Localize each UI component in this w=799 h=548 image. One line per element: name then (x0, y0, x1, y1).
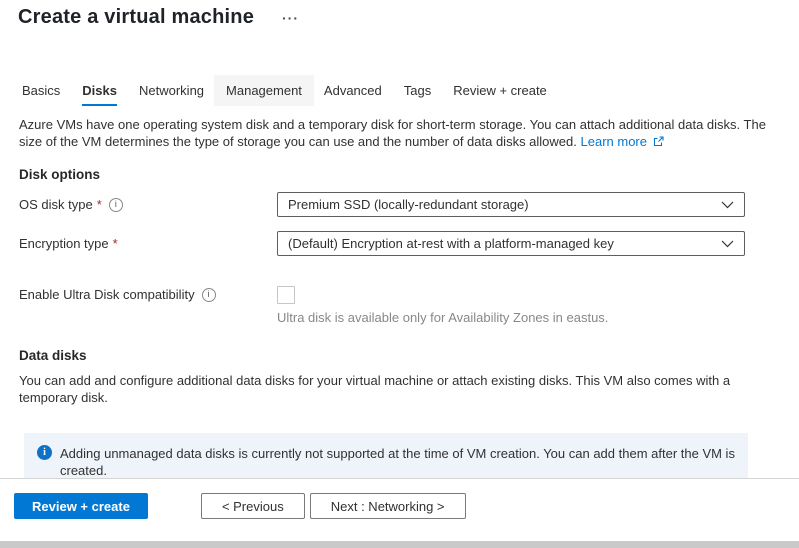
info-icon[interactable]: i (202, 288, 216, 302)
window-bottom-strip (0, 541, 799, 548)
tab-management[interactable]: Management (214, 75, 314, 106)
footer-bar: Review + create < Previous Next : Networ… (0, 478, 799, 548)
ultra-disk-checkbox[interactable] (277, 286, 295, 304)
tab-basics[interactable]: Basics (22, 75, 60, 106)
disk-options-heading: Disk options (19, 167, 799, 183)
data-disks-heading: Data disks (19, 348, 799, 364)
chevron-down-icon (721, 240, 734, 248)
encryption-type-row: Encryption type * (Default) Encryption a… (19, 231, 799, 256)
required-marker: * (97, 192, 102, 217)
encryption-type-value: (Default) Encryption at-rest with a plat… (288, 236, 614, 251)
ultra-disk-row: Enable Ultra Disk compatibility i Ultra … (19, 286, 799, 325)
ultra-disk-field: Ultra disk is available only for Availab… (277, 286, 608, 325)
previous-button[interactable]: < Previous (201, 493, 305, 519)
learn-more-link[interactable]: Learn more (581, 134, 647, 149)
os-disk-type-label-cell: OS disk type * i (19, 192, 277, 217)
encryption-type-select[interactable]: (Default) Encryption at-rest with a plat… (277, 231, 745, 256)
info-icon[interactable]: i (109, 198, 123, 212)
tab-tags[interactable]: Tags (404, 75, 431, 106)
external-link-icon (653, 136, 664, 147)
required-marker: * (113, 231, 118, 256)
page-header: Create a virtual machine ··· (0, 0, 799, 30)
tab-review-create[interactable]: Review + create (453, 75, 547, 106)
tab-disks[interactable]: Disks (82, 75, 117, 106)
encryption-type-label: Encryption type (19, 231, 109, 256)
footer-buttons: Review + create < Previous Next : Networ… (0, 479, 799, 519)
ultra-disk-label: Enable Ultra Disk compatibility (19, 286, 195, 304)
next-networking-button[interactable]: Next : Networking > (310, 493, 466, 519)
ultra-disk-helper-text: Ultra disk is available only for Availab… (277, 310, 608, 325)
tab-bar: Basics Disks Networking Management Advan… (22, 75, 799, 106)
more-options-button[interactable]: ··· (282, 13, 299, 23)
data-disks-description: You can add and configure additional dat… (19, 372, 779, 406)
intro-paragraph: Azure VMs have one operating system disk… (19, 116, 778, 150)
info-banner-icon: i (37, 445, 52, 460)
encryption-type-label-cell: Encryption type * (19, 231, 277, 256)
os-disk-type-row: OS disk type * i Premium SSD (locally-re… (19, 192, 799, 217)
tab-advanced[interactable]: Advanced (324, 75, 382, 106)
os-disk-type-select[interactable]: Premium SSD (locally-redundant storage) (277, 192, 745, 217)
info-banner-text: Adding unmanaged data disks is currently… (60, 445, 735, 479)
page-title: Create a virtual machine (18, 6, 254, 29)
os-disk-type-value: Premium SSD (locally-redundant storage) (288, 197, 529, 212)
tab-networking[interactable]: Networking (139, 75, 204, 106)
review-create-button[interactable]: Review + create (14, 493, 148, 519)
os-disk-type-label: OS disk type (19, 192, 93, 217)
chevron-down-icon (721, 201, 734, 209)
ultra-disk-label-cell: Enable Ultra Disk compatibility i (19, 286, 277, 304)
